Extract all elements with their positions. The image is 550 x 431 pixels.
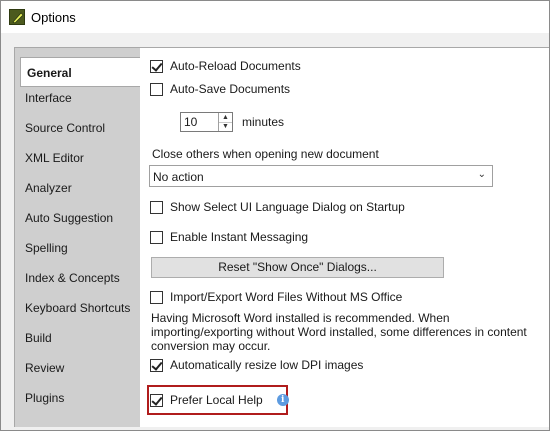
stepper-down-icon[interactable]: ▼ <box>219 122 232 131</box>
auto-reload-checkbox[interactable] <box>150 59 163 73</box>
auto-save-label: Auto-Save Documents <box>170 82 291 96</box>
resize-dpi-checkbox[interactable] <box>150 358 163 372</box>
title-bar: Options <box>1 1 549 33</box>
chevron-down-icon: ⌄ <box>477 169 486 180</box>
word-import-label: Import/Export Word Files Without MS Offi… <box>170 290 403 304</box>
sidebar-item-build[interactable]: Build <box>25 328 141 348</box>
auto-save-checkbox[interactable] <box>150 82 163 96</box>
instant-messaging-checkbox[interactable] <box>150 230 163 244</box>
instant-messaging-option[interactable]: Enable Instant Messaging <box>150 228 308 246</box>
language-dialog-checkbox[interactable] <box>150 200 163 214</box>
save-interval-unit: minutes <box>242 115 285 129</box>
word-import-option[interactable]: Import/Export Word Files Without MS Offi… <box>150 288 402 306</box>
auto-save-option[interactable]: Auto-Save Documents <box>150 80 290 98</box>
instant-messaging-label: Enable Instant Messaging <box>170 230 309 244</box>
resize-dpi-label: Automatically resize low DPI images <box>170 358 364 372</box>
prefer-local-help-option[interactable]: Prefer Local Help i <box>150 391 289 409</box>
language-dialog-label: Show Select UI Language Dialog on Startu… <box>170 200 405 214</box>
sidebar-item-index-concepts[interactable]: Index & Concepts <box>25 268 141 288</box>
auto-reload-label: Auto-Reload Documents <box>170 59 301 73</box>
reset-dialogs-button[interactable]: Reset "Show Once" Dialogs... <box>151 257 444 278</box>
sidebar-item-xml-editor[interactable]: XML Editor <box>25 148 141 168</box>
pencil-app-icon <box>9 9 25 25</box>
language-dialog-option[interactable]: Show Select UI Language Dialog on Startu… <box>150 198 405 216</box>
save-interval-stepper[interactable]: 10 ▲ ▼ <box>180 112 233 132</box>
sidebar-item-keyboard-shortcuts[interactable]: Keyboard Shortcuts <box>25 298 135 318</box>
word-import-checkbox[interactable] <box>150 290 163 304</box>
stepper-buttons: ▲ ▼ <box>218 113 232 131</box>
sidebar-item-review[interactable]: Review <box>25 358 141 378</box>
word-note-text: Having Microsoft Word installed is recom… <box>151 311 527 353</box>
save-interval-value[interactable]: 10 <box>184 115 197 129</box>
options-window: Options General Interface Source Control… <box>0 0 550 431</box>
sidebar-item-spelling[interactable]: Spelling <box>25 238 141 258</box>
auto-reload-option[interactable]: Auto-Reload Documents <box>150 57 301 75</box>
sidebar-item-source-control[interactable]: Source Control <box>25 118 141 138</box>
sidebar-item-plugins[interactable]: Plugins <box>25 388 141 408</box>
prefer-local-help-checkbox[interactable] <box>150 393 163 407</box>
sidebar-item-auto-suggestion[interactable]: Auto Suggestion <box>25 208 141 228</box>
info-icon[interactable]: i <box>276 394 289 406</box>
sidebar-item-interface[interactable]: Interface <box>25 88 141 108</box>
sidebar: General Interface Source Control XML Edi… <box>14 47 146 427</box>
sidebar-item-analyzer[interactable]: Analyzer <box>25 178 141 198</box>
prefer-local-help-label: Prefer Local Help <box>170 393 263 407</box>
close-others-label: Close others when opening new document <box>152 147 379 161</box>
close-others-value: No action <box>153 170 204 184</box>
sidebar-item-general[interactable]: General <box>20 57 146 87</box>
close-others-select[interactable]: No action ⌄ <box>149 165 493 187</box>
general-settings-panel: Auto-Reload Documents Auto-Save Document… <box>140 47 549 427</box>
window-title: Options <box>31 10 76 25</box>
resize-dpi-option[interactable]: Automatically resize low DPI images <box>150 356 363 374</box>
